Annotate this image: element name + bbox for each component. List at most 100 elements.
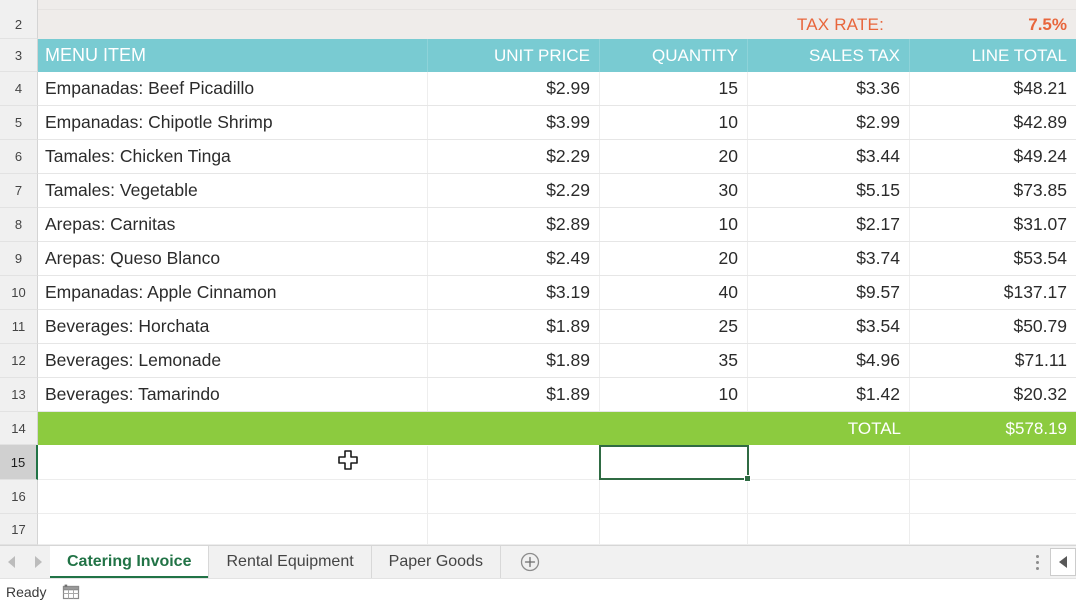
cell-sales-tax[interactable]: $1.42 [748,378,910,411]
row-header-5[interactable]: 5 [0,106,38,140]
cell-menu-item[interactable]: Empanadas: Apple Cinnamon [38,276,428,309]
add-sheet-button[interactable] [501,546,559,578]
sheet-tab-rental-equipment[interactable]: Rental Equipment [209,546,372,578]
cell-line-total[interactable]: $53.54 [910,242,1076,275]
cell-quantity[interactable]: 15 [600,72,748,105]
cell-line-total[interactable]: $20.32 [910,378,1076,411]
cell-sales-tax[interactable]: $3.44 [748,140,910,173]
cell-sales-tax[interactable]: $9.57 [748,276,910,309]
row-header-4[interactable]: 4 [0,72,38,106]
cell-empty[interactable] [748,512,910,545]
cell-quantity[interactable]: 35 [600,344,748,377]
row-header-6[interactable]: 6 [0,140,38,174]
cell-sales-tax[interactable]: $5.15 [748,174,910,207]
cell-sales-tax[interactable]: $2.17 [748,208,910,241]
table-row[interactable]: Empanadas: Beef Picadillo $2.99 15 $3.36… [38,72,1076,106]
cell-line-total[interactable]: $137.17 [910,276,1076,309]
row-header-8[interactable]: 8 [0,208,38,242]
row-header-7[interactable]: 7 [0,174,38,208]
cell-sales-tax[interactable]: $3.36 [748,72,910,105]
cell-empty[interactable] [910,480,1076,513]
cell-quantity[interactable]: 10 [600,208,748,241]
column-header-menu-item[interactable]: MENU ITEM [38,39,428,72]
next-sheet-icon[interactable] [35,556,42,568]
table-row[interactable]: Arepas: Carnitas $2.89 10 $2.17 $31.07 [38,208,1076,242]
empty-row[interactable] [38,445,1076,480]
cell-empty[interactable] [600,480,748,513]
cell-quantity[interactable]: 20 [600,242,748,275]
cell-quantity[interactable]: 40 [600,276,748,309]
empty-row[interactable] [38,480,1076,514]
row-header-15[interactable]: 15 [0,445,38,480]
empty-row[interactable] [38,512,1076,546]
column-header-line-total[interactable]: LINE TOTAL [910,39,1076,72]
cell-empty[interactable] [428,480,600,513]
table-row[interactable]: Beverages: Lemonade $1.89 35 $4.96 $71.1… [38,344,1076,378]
row-header-17[interactable]: 17 [0,514,38,545]
cell-menu-item[interactable]: Tamales: Vegetable [38,174,428,207]
cell-empty[interactable] [38,480,428,513]
cell-empty[interactable] [428,445,600,479]
cell-unit-price[interactable]: $2.29 [428,140,600,173]
table-row[interactable]: Beverages: Tamarindo $1.89 10 $1.42 $20.… [38,378,1076,412]
row-header-3[interactable]: 3 [0,39,38,72]
tax-rate-value[interactable]: 7.5% [910,15,1076,35]
cell-empty[interactable] [428,512,600,545]
cell-quantity[interactable]: 10 [600,106,748,139]
table-row[interactable]: Arepas: Queso Blanco $2.49 20 $3.74 $53.… [38,242,1076,276]
cell-quantity[interactable]: 10 [600,378,748,411]
cell-empty[interactable] [38,512,428,545]
row-header-10[interactable]: 10 [0,276,38,310]
cell-empty[interactable] [748,445,910,479]
cell-sales-tax[interactable]: $3.54 [748,310,910,343]
cell-menu-item[interactable]: Empanadas: Beef Picadillo [38,72,428,105]
cell-quantity[interactable]: 25 [600,310,748,343]
cell-unit-price[interactable]: $2.99 [428,72,600,105]
cell-empty[interactable] [38,445,428,479]
previous-sheet-icon[interactable] [8,556,15,568]
sheet-tab-paper-goods[interactable]: Paper Goods [371,546,501,578]
cell-line-total[interactable]: $31.07 [910,208,1076,241]
cell-line-total[interactable]: $48.21 [910,72,1076,105]
table-row[interactable]: Tamales: Chicken Tinga $2.29 20 $3.44 $4… [38,140,1076,174]
cell-quantity[interactable]: 20 [600,140,748,173]
total-row[interactable]: TOTAL $578.19 [38,412,1076,445]
cell-menu-item[interactable]: Beverages: Lemonade [38,344,428,377]
cell-menu-item[interactable]: Empanadas: Chipotle Shrimp [38,106,428,139]
row-header-2[interactable]: 2 [0,10,38,39]
row-header-16[interactable]: 16 [0,480,38,514]
cell-empty[interactable] [910,446,1076,479]
row-header-13[interactable]: 13 [0,378,38,412]
cell-menu-item[interactable]: Tamales: Chicken Tinga [38,140,428,173]
sheet-view-icon[interactable] [62,584,80,600]
table-row[interactable]: Tamales: Vegetable $2.29 30 $5.15 $73.85 [38,174,1076,208]
cell-unit-price[interactable]: $3.19 [428,276,600,309]
cell-unit-price[interactable]: $2.89 [428,208,600,241]
cell-empty-selected[interactable] [600,445,748,479]
cell-unit-price[interactable]: $3.99 [428,106,600,139]
row-header-12[interactable]: 12 [0,344,38,378]
row-header-14[interactable]: 14 [0,412,38,445]
cell-empty[interactable] [910,513,1076,546]
column-header-unit-price[interactable]: UNIT PRICE [428,39,600,72]
row-header-9[interactable]: 9 [0,242,38,276]
cell-sales-tax[interactable]: $3.74 [748,242,910,275]
tax-rate-row[interactable]: TAX RATE: 7.5% [38,10,1076,39]
cell-sales-tax[interactable]: $4.96 [748,344,910,377]
cell-line-total[interactable]: $49.24 [910,140,1076,173]
horizontal-scroll-left-button[interactable] [1050,548,1076,576]
cell-empty[interactable] [748,480,910,513]
cell-line-total[interactable]: $50.79 [910,310,1076,343]
cell-unit-price[interactable]: $1.89 [428,310,600,343]
cell-unit-price[interactable]: $2.29 [428,174,600,207]
column-header-quantity[interactable]: QUANTITY [600,39,748,72]
cell-unit-price[interactable]: $1.89 [428,344,600,377]
cell-line-total[interactable]: $73.85 [910,174,1076,207]
cell-menu-item[interactable]: Beverages: Horchata [38,310,428,343]
cell-empty[interactable] [600,512,748,545]
cell-menu-item[interactable]: Beverages: Tamarindo [38,378,428,411]
sheet-tab-catering-invoice[interactable]: Catering Invoice [50,546,210,578]
cell-sales-tax[interactable]: $2.99 [748,106,910,139]
tab-split-handle-icon[interactable] [1026,546,1048,578]
cell-unit-price[interactable]: $1.89 [428,378,600,411]
